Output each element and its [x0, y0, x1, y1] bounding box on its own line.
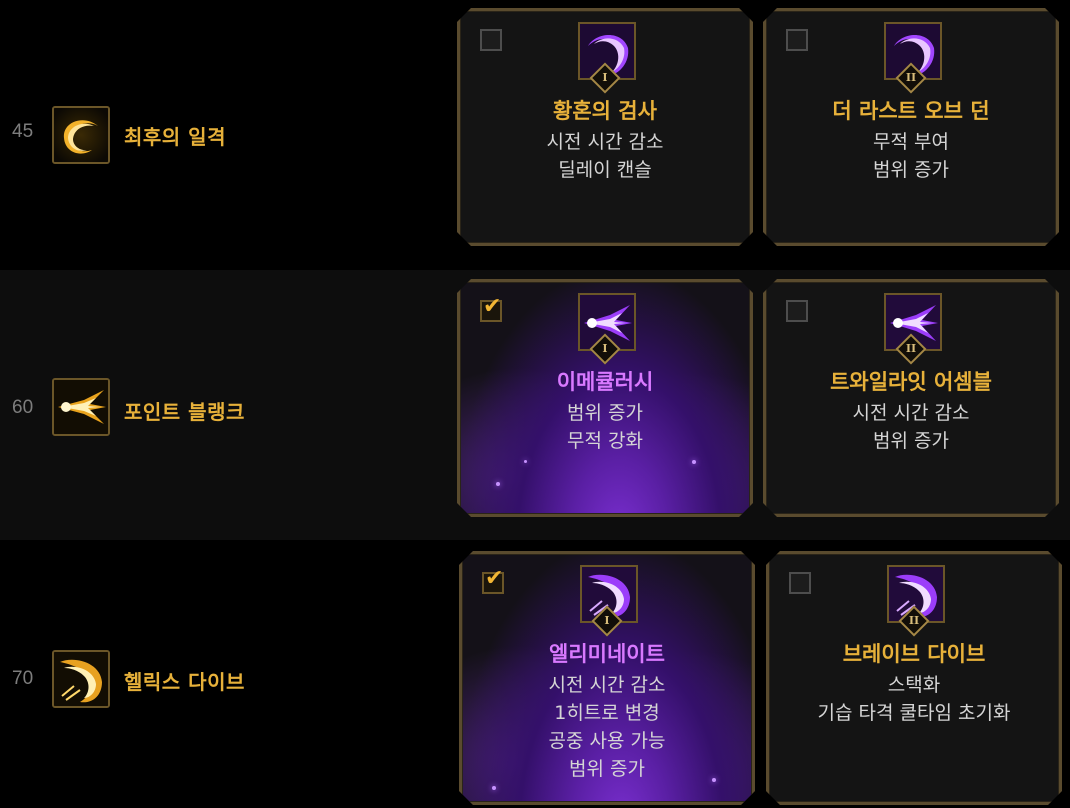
option-effect: 시전 시간 감소: [546, 131, 664, 153]
tripod-option-card-selected[interactable]: ✔ I 엘리미네이트 시전 시간 감소 1히트로 변경 공중 사용 가능 범위 …: [459, 551, 755, 805]
option-title: 이메큘러시: [556, 370, 654, 394]
skill-level: 70: [12, 668, 34, 689]
skill-level: 60: [12, 397, 34, 418]
option-title: 황혼의 검사: [553, 99, 657, 123]
option-description: 시전 시간 감소 딜레이 캔슬: [460, 128, 750, 184]
tripod-option-card-selected[interactable]: ✔ I 이메큘러시 범위 증가 무적 강화: [457, 279, 753, 517]
checkmark-icon: ✔: [485, 566, 504, 591]
golden-burst-icon: [52, 378, 110, 436]
golden-crescent-slash-icon: [52, 106, 110, 164]
option-effect: 기습 타격 쿨타임 초기화: [817, 702, 1011, 724]
option-effect: 시전 시간 감소: [548, 674, 666, 696]
tripod-option-card[interactable]: I 황혼의 검사 시전 시간 감소 딜레이 캔슬: [457, 8, 753, 246]
option-effect: 범위 증가: [567, 402, 643, 424]
option-effect: 1히트로 변경: [554, 702, 660, 724]
option-title: 더 라스트 오브 던: [832, 99, 990, 123]
glow-particle: [692, 460, 696, 464]
option-description: 시전 시간 감소 1히트로 변경 공중 사용 가능 범위 증가: [462, 671, 752, 783]
option-description: 무적 부여 범위 증가: [766, 128, 1056, 184]
option-title: 브레이브 다이브: [842, 642, 986, 666]
skill-row-70: 70 헬릭스 다이브 ✔ I 엘리미네이트 시전 시간 감소 1히트로 변경 공…: [0, 540, 1070, 808]
option-description: 범위 증가 무적 강화: [460, 399, 750, 455]
skill-name: 최후의 일격: [124, 125, 226, 149]
option-checkbox-checked[interactable]: ✔: [482, 572, 504, 594]
tripod-option-card[interactable]: II 브레이브 다이브 스택화 기습 타격 쿨타임 초기화: [766, 551, 1062, 805]
option-description: 시전 시간 감소 범위 증가: [766, 399, 1056, 455]
option-effect: 범위 증가: [569, 758, 645, 780]
option-description: 스택화 기습 타격 쿨타임 초기화: [769, 671, 1059, 727]
golden-spiral-dive-icon: [52, 650, 110, 708]
skill-row-60: 60 포인트 블랭크 ✔ I 이메큘러시 범위 증가 무적 강화 II 트와일라…: [0, 270, 1070, 540]
option-effect: 범위 증가: [873, 159, 949, 181]
option-effect: 무적 부여: [873, 131, 949, 153]
option-checkbox[interactable]: [480, 29, 502, 51]
option-checkbox[interactable]: [789, 572, 811, 594]
tripod-option-card[interactable]: II 트와일라잇 어셈블 시전 시간 감소 범위 증가: [763, 279, 1059, 517]
checkmark-icon: ✔: [483, 294, 502, 319]
option-checkbox[interactable]: [786, 300, 808, 322]
tripod-skill-panel: 45 최후의 일격 I 황혼의 검사 시전 시간 감소 딜레이 캔슬 II 더 …: [0, 0, 1070, 808]
skill-level: 45: [12, 121, 34, 142]
skill-name: 헬릭스 다이브: [124, 670, 245, 694]
option-checkbox[interactable]: [786, 29, 808, 51]
skill-name: 포인트 블랭크: [124, 400, 245, 424]
tripod-option-card[interactable]: II 더 라스트 오브 던 무적 부여 범위 증가: [763, 8, 1059, 246]
option-effect: 시전 시간 감소: [852, 402, 970, 424]
option-effect: 스택화: [887, 674, 941, 696]
glow-particle: [524, 460, 527, 463]
option-effect: 범위 증가: [873, 430, 949, 452]
option-effect: 딜레이 캔슬: [558, 159, 652, 181]
option-title: 트와일라잇 어셈블: [830, 370, 992, 394]
glow-particle: [496, 482, 500, 486]
option-checkbox-checked[interactable]: ✔: [480, 300, 502, 322]
option-effect: 공중 사용 가능: [548, 730, 666, 752]
option-effect: 무적 강화: [567, 430, 643, 452]
skill-row-45: 45 최후의 일격 I 황혼의 검사 시전 시간 감소 딜레이 캔슬 II 더 …: [0, 0, 1070, 270]
glow-particle: [492, 786, 496, 790]
option-title: 엘리미네이트: [549, 642, 665, 666]
